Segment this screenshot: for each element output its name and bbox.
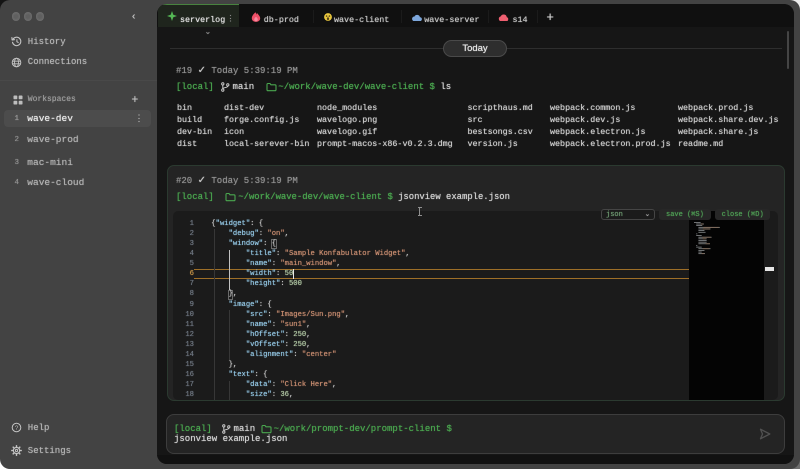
- svg-text:?: ?: [15, 425, 19, 432]
